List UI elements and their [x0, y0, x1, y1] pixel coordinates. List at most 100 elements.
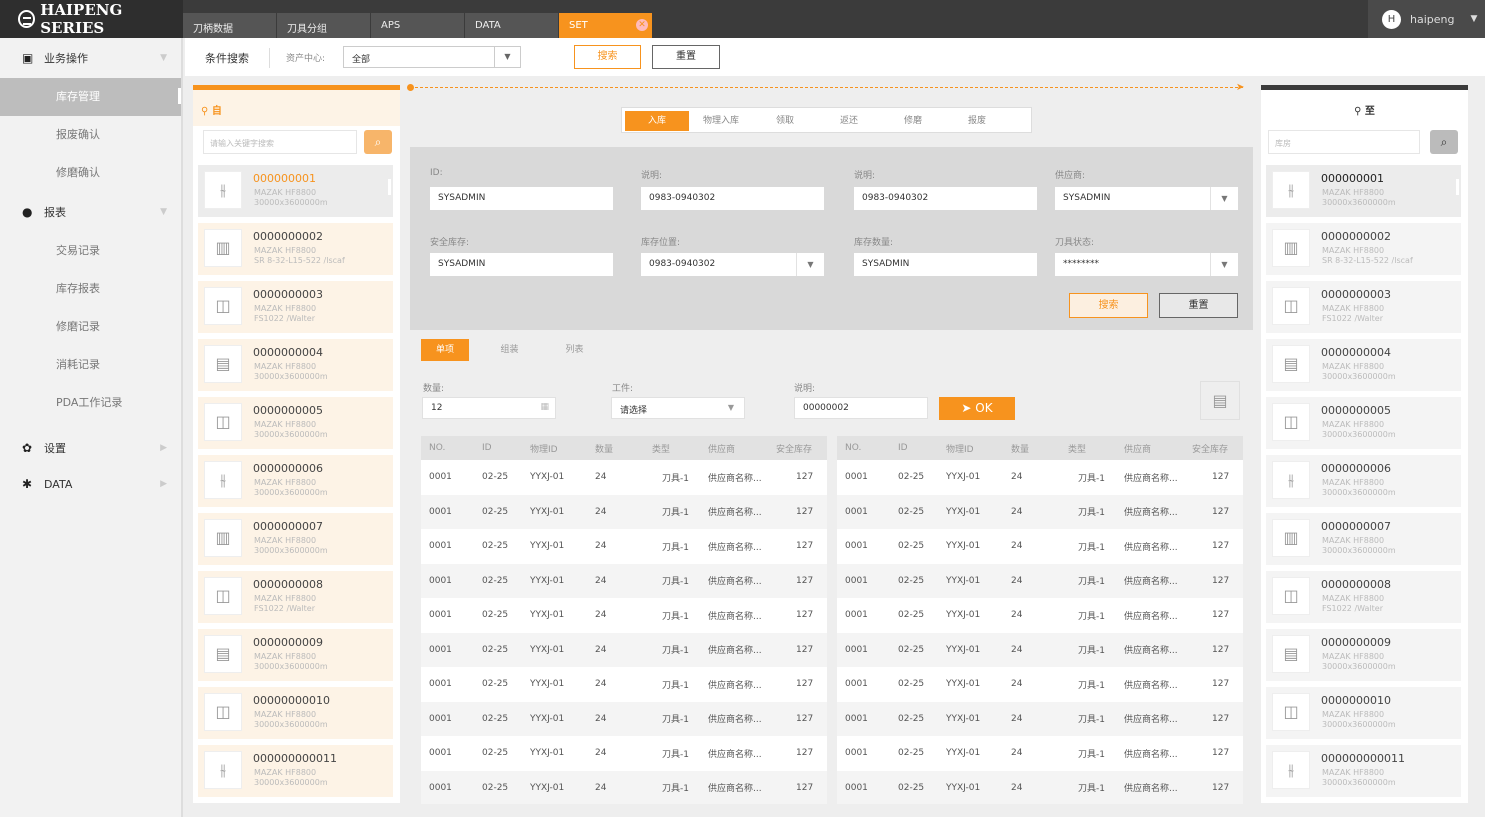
- list-item[interactable]: ◫ 0000000005 MAZAK HF8800 30000x3600000m: [1266, 397, 1461, 449]
- list-item[interactable]: ⫳ 0000000006 MAZAK HF8800 30000x3600000m: [198, 455, 393, 507]
- sidebar-item-pda-records[interactable]: PDA工作记录: [0, 384, 181, 422]
- description-field[interactable]: 00000002: [794, 397, 928, 419]
- list-item[interactable]: ⫳ 0000000006 MAZAK HF8800 30000x3600000m: [1266, 455, 1461, 507]
- tab-set[interactable]: SET ✕: [559, 13, 652, 38]
- id-field[interactable]: SYSADMIN: [430, 187, 613, 210]
- column-header[interactable]: ID: [890, 443, 938, 453]
- sidebar-item-regrind-confirm[interactable]: 修磨确认: [0, 154, 181, 192]
- list-item[interactable]: ◫ 0000000003 MAZAK HF8800 FS1022 /Walter: [198, 281, 393, 333]
- desc1-field[interactable]: 0983-0940302: [641, 187, 824, 210]
- tab-return[interactable]: 返还: [817, 111, 881, 131]
- list-item[interactable]: ▤ 0000000009 MAZAK HF8800 30000x3600000m: [1266, 629, 1461, 681]
- tab-aps[interactable]: APS: [371, 13, 464, 38]
- table-row[interactable]: 0001 02-25 YYXJ-01 24 刀具-1 供应商名称... 127: [421, 529, 827, 564]
- table-row[interactable]: 0001 02-25 YYXJ-01 24 刀具-1 供应商名称... 127: [421, 736, 827, 771]
- column-header[interactable]: 供应商: [700, 442, 768, 455]
- table-row[interactable]: 0001 02-25 YYXJ-01 24 刀具-1 供应商名称... 127: [837, 770, 1243, 804]
- sidebar-item-scrap-confirm[interactable]: 报废确认: [0, 116, 181, 154]
- table-row[interactable]: 0001 02-25 YYXJ-01 24 刀具-1 供应商名称... 127: [837, 598, 1243, 633]
- column-header[interactable]: NO.: [421, 443, 474, 453]
- table-row[interactable]: 0001 02-25 YYXJ-01 24 刀具-1 供应商名称... 127: [837, 701, 1243, 736]
- tab-data[interactable]: DATA: [465, 13, 558, 38]
- list-item[interactable]: ◫ 0000000008 MAZAK HF8800 FS1022 /Walter: [1266, 571, 1461, 623]
- tool-status-select[interactable]: ******** ▼: [1055, 253, 1238, 276]
- sidebar-group-report[interactable]: ● 报表 ▼: [0, 192, 181, 232]
- sidebar-item-inventory-report[interactable]: 库存报表: [0, 270, 181, 308]
- column-header[interactable]: 安全库存: [768, 442, 827, 455]
- ok-button[interactable]: ➤ OK: [939, 397, 1015, 420]
- list-item[interactable]: ▥ 0000000007 MAZAK HF8800 30000x3600000m: [198, 513, 393, 565]
- column-header[interactable]: 物理ID: [938, 442, 1003, 455]
- list-item[interactable]: ⫳ 000000000011 MAZAK HF8800 30000x3600000m: [1266, 745, 1461, 797]
- sidebar-item-consumption[interactable]: 消耗记录: [0, 346, 181, 384]
- list-item[interactable]: ◫ 0000000003 MAZAK HF8800 FS1022 /Walter: [1266, 281, 1461, 333]
- quantity-stepper[interactable]: 12 ▦: [422, 397, 556, 419]
- tab-regrind[interactable]: 修磨: [881, 111, 945, 131]
- tab-tool-holder-data[interactable]: 刀柄数据: [183, 13, 276, 38]
- table-row[interactable]: 0001 02-25 YYXJ-01 24 刀具-1 供应商名称... 127: [837, 667, 1243, 702]
- list-item[interactable]: ▤ 0000000004 MAZAK HF8800 30000x3600000m: [198, 339, 393, 391]
- table-row[interactable]: 0001 02-25 YYXJ-01 24 刀具-1 供应商名称... 127: [421, 598, 827, 633]
- scroll-indicator[interactable]: [1456, 179, 1459, 195]
- tab-stock-in[interactable]: 入库: [625, 111, 689, 131]
- table-row[interactable]: 0001 02-25 YYXJ-01 24 刀具-1 供应商名称... 127: [421, 632, 827, 667]
- table-row[interactable]: 0001 02-25 YYXJ-01 24 刀具-1 供应商名称... 127: [421, 667, 827, 702]
- list-item[interactable]: ▥ 0000000002 MAZAK HF8800 SR 8-32-L15-522 /…: [198, 223, 393, 275]
- column-header[interactable]: ID: [474, 443, 522, 453]
- tab-tool-group[interactable]: 刀具分组: [277, 13, 370, 38]
- list-item[interactable]: ▤ 0000000009 MAZAK HF8800 30000x3600000m: [198, 629, 393, 681]
- list-item[interactable]: ⫳ 000000000011 MAZAK HF8800 30000x3600000m: [198, 745, 393, 797]
- tab-physical-stock-in[interactable]: 物理入库: [689, 111, 753, 131]
- tab-assembly[interactable]: 组装: [477, 339, 542, 361]
- sidebar-group-data[interactable]: ✱ DATA ▶: [0, 468, 181, 500]
- reset-button[interactable]: 重置: [652, 45, 720, 69]
- sidebar-item-regrind-records[interactable]: 修磨记录: [0, 308, 181, 346]
- sidebar-group-settings[interactable]: ✿ 设置 ▶: [0, 428, 181, 468]
- sidebar-item-inventory[interactable]: 库存管理: [0, 78, 181, 116]
- column-header[interactable]: 安全库存: [1184, 442, 1243, 455]
- location-select[interactable]: 0983-0940302 ▼: [641, 253, 824, 276]
- column-header[interactable]: 物理ID: [522, 442, 587, 455]
- scroll-indicator[interactable]: [388, 179, 391, 195]
- table-row[interactable]: 0001 02-25 YYXJ-01 24 刀具-1 供应商名称... 127: [421, 701, 827, 736]
- sidebar-item-transactions[interactable]: 交易记录: [0, 232, 181, 270]
- table-row[interactable]: 0001 02-25 YYXJ-01 24 刀具-1 供应商名称... 127: [837, 563, 1243, 598]
- list-item[interactable]: ◫ 0000000005 MAZAK HF8800 30000x3600000m: [198, 397, 393, 449]
- close-icon[interactable]: ✕: [636, 19, 648, 31]
- table-row[interactable]: 0001 02-25 YYXJ-01 24 刀具-1 供应商名称... 127: [421, 494, 827, 529]
- search-icon[interactable]: ⌕: [1430, 130, 1458, 154]
- asset-center-select[interactable]: 全部 ▼: [343, 46, 521, 68]
- app-logo[interactable]: HAIPENG SERIES: [0, 0, 183, 38]
- table-row[interactable]: 0001 02-25 YYXJ-01 24 刀具-1 供应商名称... 127: [837, 460, 1243, 495]
- form-search-button[interactable]: 搜索: [1069, 293, 1148, 318]
- target-search-input[interactable]: 库房: [1268, 130, 1420, 154]
- list-item[interactable]: ▥ 0000000007 MAZAK HF8800 30000x3600000m: [1266, 513, 1461, 565]
- supplier-select[interactable]: SYSADMIN ▼: [1055, 187, 1238, 210]
- workpiece-select[interactable]: 请选择 ▼: [611, 397, 745, 419]
- table-row[interactable]: 0001 02-25 YYXJ-01 24 刀具-1 供应商名称... 127: [837, 736, 1243, 771]
- table-row[interactable]: 0001 02-25 YYXJ-01 24 刀具-1 供应商名称... 127: [421, 460, 827, 495]
- list-item[interactable]: ▤ 0000000004 MAZAK HF8800 30000x3600000m: [1266, 339, 1461, 391]
- sidebar-group-business[interactable]: ▣ 业务操作 ▼: [0, 38, 181, 78]
- user-menu[interactable]: H haipeng ▼: [1368, 0, 1485, 38]
- column-header[interactable]: NO.: [837, 443, 890, 453]
- printer-icon[interactable]: ▤: [1200, 381, 1240, 420]
- search-button[interactable]: 搜索: [574, 45, 641, 69]
- desc2-field[interactable]: 0983-0940302: [854, 187, 1037, 210]
- table-row[interactable]: 0001 02-25 YYXJ-01 24 刀具-1 供应商名称... 127: [421, 563, 827, 598]
- source-search-input[interactable]: 请输入关键字搜索: [203, 130, 357, 154]
- tab-list[interactable]: 列表: [542, 339, 607, 361]
- list-item[interactable]: ◫ 00000000010 MAZAK HF8800 30000x3600000m: [198, 687, 393, 739]
- search-icon[interactable]: ⌕: [364, 130, 392, 154]
- table-row[interactable]: 0001 02-25 YYXJ-01 24 刀具-1 供应商名称... 127: [421, 770, 827, 804]
- safety-stock-field[interactable]: SYSADMIN: [430, 253, 613, 276]
- column-header[interactable]: 数量: [587, 442, 644, 455]
- tab-single[interactable]: 单项: [421, 339, 469, 361]
- list-item[interactable]: ◫ 0000000010 MAZAK HF8800 30000x3600000m: [1266, 687, 1461, 739]
- column-header[interactable]: 供应商: [1116, 442, 1184, 455]
- form-reset-button[interactable]: 重置: [1159, 293, 1238, 318]
- tab-receive[interactable]: 领取: [753, 111, 817, 131]
- column-header[interactable]: 类型: [1060, 442, 1116, 455]
- table-row[interactable]: 0001 02-25 YYXJ-01 24 刀具-1 供应商名称... 127: [837, 529, 1243, 564]
- stock-qty-field[interactable]: SYSADMIN: [854, 253, 1037, 276]
